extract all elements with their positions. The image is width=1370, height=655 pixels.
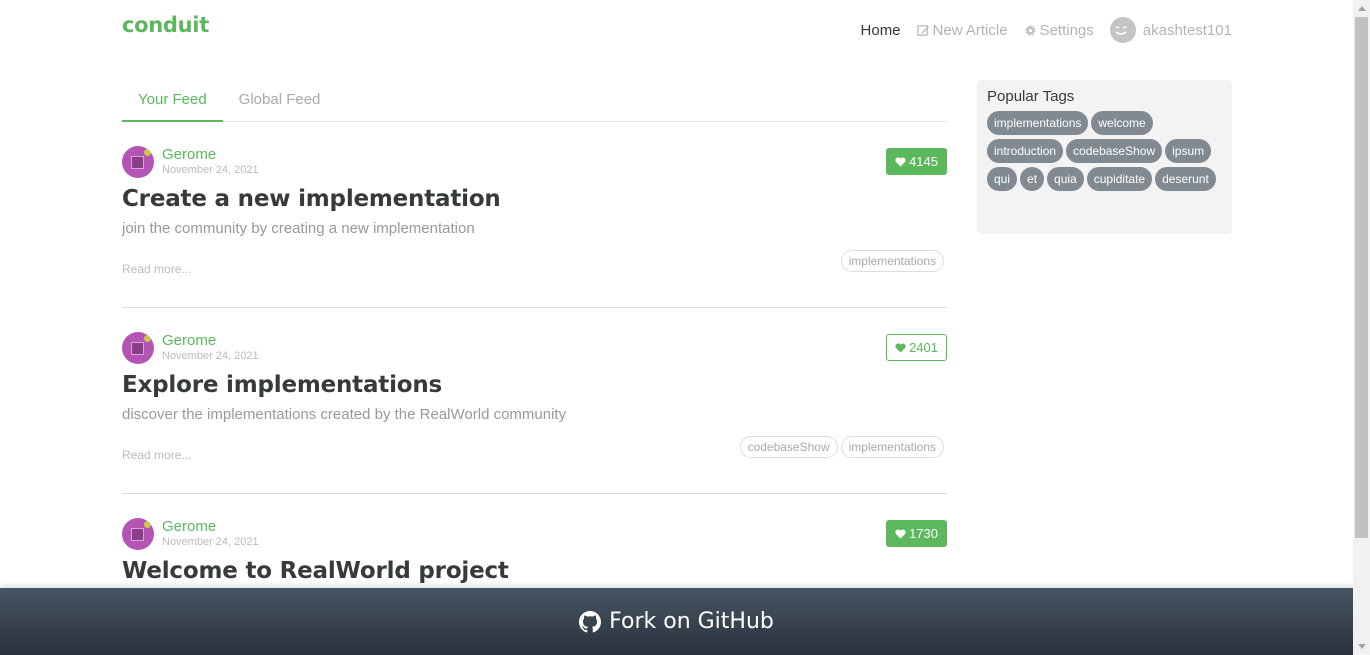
popular-tags-sidebar: Popular Tags implementations welcome int… xyxy=(977,80,1232,234)
scroll-up-arrow-icon[interactable] xyxy=(1353,0,1370,17)
favorite-count: 2401 xyxy=(909,340,938,355)
sidebar-title: Popular Tags xyxy=(987,88,1075,105)
footer-banner: Fork on GitHub xyxy=(0,588,1353,655)
nav-new-article-label: New Article xyxy=(932,21,1008,39)
article-title[interactable]: Explore implementations xyxy=(122,372,442,398)
edit-icon xyxy=(916,24,929,36)
author-link[interactable]: Gerome xyxy=(162,518,216,535)
tag-pill[interactable]: codebaseShow xyxy=(1066,139,1163,163)
article-date: November 24, 2021 xyxy=(162,164,259,176)
tab-global-feed[interactable]: Global Feed xyxy=(223,80,337,122)
author-avatar[interactable] xyxy=(122,146,154,178)
tag-pill[interactable]: introduction xyxy=(987,139,1064,163)
scrollbar-thumb[interactable] xyxy=(1355,17,1368,538)
fork-on-github-link[interactable]: Fork on GitHub xyxy=(579,609,774,634)
tag-pill[interactable]: ipsum xyxy=(1165,139,1212,163)
favorite-button[interactable]: 2401 xyxy=(886,334,947,361)
favorite-button[interactable]: 1730 xyxy=(886,520,947,547)
nav-username: akashtest101 xyxy=(1142,21,1232,39)
nav-home-link[interactable]: Home xyxy=(861,22,901,39)
article-tag: codebaseShow xyxy=(739,436,838,458)
nav-settings-link[interactable]: Settings xyxy=(1024,22,1094,39)
read-more-link[interactable]: Read more... xyxy=(122,262,191,276)
footer-label: Fork on GitHub xyxy=(609,609,774,634)
favorite-count: 1730 xyxy=(909,526,938,541)
nav-profile-link[interactable]: akashtest101 xyxy=(1109,17,1232,43)
article-tag-list: implementations xyxy=(838,250,944,272)
nav-new-article-link[interactable]: New Article xyxy=(916,21,1008,39)
author-link[interactable]: Gerome xyxy=(162,332,216,349)
favorite-button[interactable]: 4145 xyxy=(886,148,947,175)
nav-home-label: Home xyxy=(860,21,901,39)
navbar: conduit Home New Article Settings akasht… xyxy=(0,0,1353,56)
github-icon xyxy=(579,610,602,632)
article-date: November 24, 2021 xyxy=(162,350,259,362)
article-title[interactable]: Create a new implementation xyxy=(122,186,501,212)
heart-icon xyxy=(895,342,906,353)
article-preview: Gerome November 24, 2021 4145 Create a n… xyxy=(122,122,947,308)
article-tag-list: codebaseShow implementations xyxy=(737,436,944,458)
heart-icon xyxy=(895,528,906,539)
article-title[interactable]: Welcome to RealWorld project xyxy=(122,558,509,584)
nav-settings-label: Settings xyxy=(1039,21,1094,39)
read-more-link[interactable]: Read more... xyxy=(122,448,191,462)
tag-pill[interactable]: et xyxy=(1020,167,1045,191)
tag-pill[interactable]: deserunt xyxy=(1155,167,1216,191)
author-avatar[interactable] xyxy=(122,332,154,364)
user-avatar xyxy=(1109,17,1136,43)
tag-pill[interactable]: implementations xyxy=(987,111,1089,135)
tag-pill[interactable]: welcome xyxy=(1091,111,1153,135)
article-description: join the community by creating a new imp… xyxy=(122,220,475,237)
article-tag: implementations xyxy=(840,436,944,458)
author-avatar[interactable] xyxy=(122,518,154,550)
nav-menu: Home New Article Settings akashtest101 xyxy=(845,17,1232,43)
article-description: discover the implementations created by … xyxy=(122,406,567,423)
feed-toggle: Your Feed Global Feed xyxy=(122,80,947,122)
smiley-avatar-icon xyxy=(1115,26,1127,35)
gear-icon xyxy=(1025,24,1036,36)
brand-logo-link[interactable]: conduit xyxy=(122,13,209,37)
tag-list: implementations welcome introduction cod… xyxy=(987,111,1222,195)
tag-pill[interactable]: cupiditate xyxy=(1086,167,1153,191)
article-date: November 24, 2021 xyxy=(162,536,259,548)
article-tag: implementations xyxy=(840,250,944,272)
tag-pill[interactable]: qui xyxy=(987,167,1018,191)
favorite-count: 4145 xyxy=(909,154,938,169)
article-preview: Gerome November 24, 2021 2401 Explore im… xyxy=(122,308,947,494)
author-link[interactable]: Gerome xyxy=(162,146,216,163)
page-scrollbar[interactable] xyxy=(1353,0,1370,655)
scroll-down-arrow-icon[interactable] xyxy=(1353,638,1370,655)
tag-pill[interactable]: quia xyxy=(1047,167,1084,191)
heart-icon xyxy=(895,156,906,167)
tab-your-feed[interactable]: Your Feed xyxy=(122,80,223,122)
